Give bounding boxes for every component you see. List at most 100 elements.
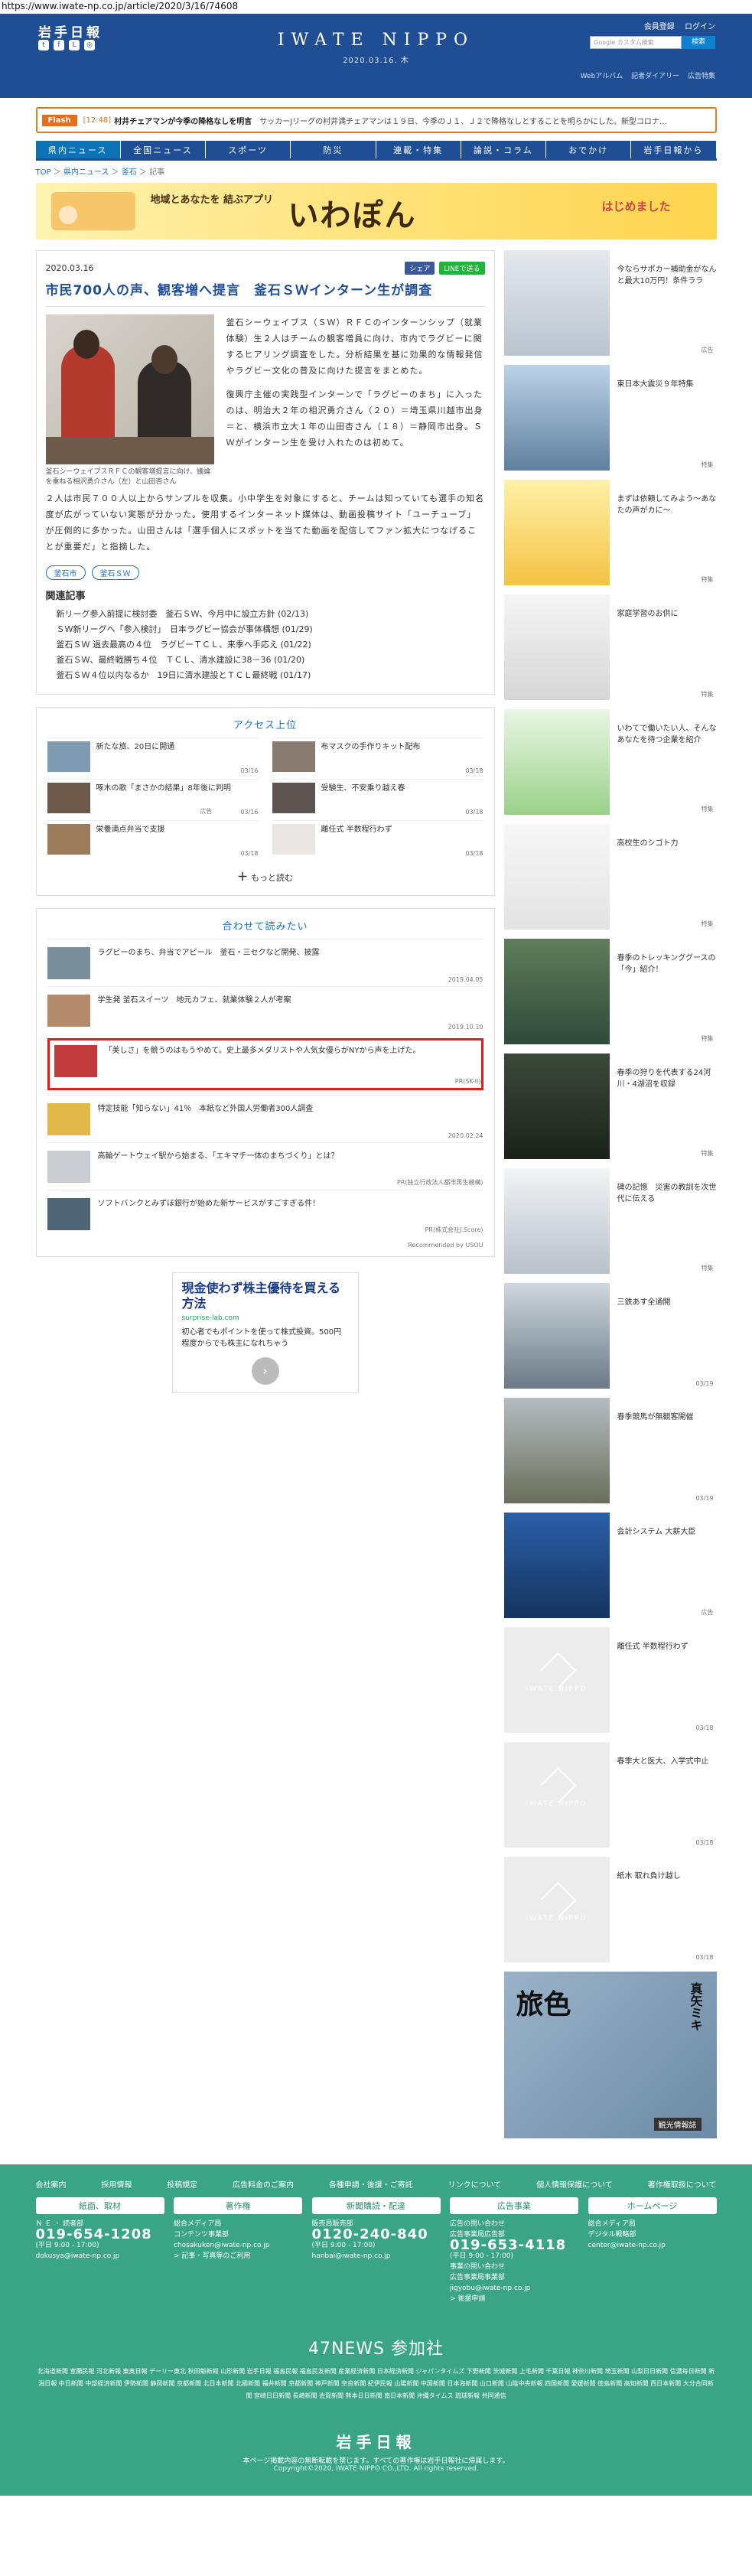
- footer-link[interactable]: 著作権取扱について: [648, 2178, 717, 2190]
- recommend-item[interactable]: ラグビーのまち、弁当でアピール 釜石・三セクなど開発、披露 2019.04.05: [47, 939, 483, 986]
- footer-logo[interactable]: 岩手日報: [0, 2430, 752, 2452]
- access-item[interactable]: 離任式 半数程行わず 03/18: [272, 820, 483, 861]
- phone-number[interactable]: 019-653-4118: [450, 2239, 578, 2252]
- breadcrumb-top[interactable]: TOP: [36, 168, 51, 177]
- access-title: アクセス上位: [233, 720, 298, 731]
- nav-national-news[interactable]: 全国ニュース: [120, 141, 206, 158]
- footer-link[interactable]: リンクについて: [448, 2178, 502, 2190]
- sidebar-item[interactable]: いわてで働いたい人、そんなあなたを待つ企業を紹介 特集: [503, 709, 717, 816]
- mail-link[interactable]: dokusya@iwate-np.co.jp: [36, 2251, 164, 2262]
- sidebar-item[interactable]: 会計システム 大薪大臣 広告: [503, 1513, 717, 1620]
- nav-opinion[interactable]: 論説・コラム: [461, 141, 546, 158]
- ad-arrow-button[interactable]: ›: [251, 1357, 279, 1385]
- recommend-credit[interactable]: Recommended by USOU: [47, 1242, 483, 1249]
- sidebar: 今ならサポカー補助金がなんと最大10万円！条件ララ 広告 東日本大震災９年特集 …: [503, 250, 717, 2138]
- mail-link[interactable]: center@iwate-np.co.jp: [588, 2240, 717, 2251]
- ad-box[interactable]: 現金使わず株主優待を買える方法 surprise-lab.com 初心者でもポイ…: [171, 1272, 359, 1393]
- tag-kamaishi-sw[interactable]: 釜石ＳＷ: [91, 565, 139, 580]
- mail-link[interactable]: hanbai@iwate-np.co.jp: [312, 2251, 441, 2262]
- footer-col-head: 新聞購読・配達: [311, 2197, 441, 2214]
- nav-outing[interactable]: おでかけ: [546, 141, 632, 158]
- access-thumb: [272, 741, 315, 772]
- sidebar-item[interactable]: 高校生のシゴト力 特集: [503, 824, 717, 931]
- diary-link[interactable]: 記者ダイアリー: [631, 73, 679, 80]
- recommend-item[interactable]: 特定技能「知らない」41％ 本紙など外国人労働者300人調査 2020.02.2…: [47, 1095, 483, 1142]
- footer-col-head: ホームページ: [588, 2197, 717, 2214]
- web-album-link[interactable]: Webアルバム: [581, 73, 623, 80]
- sidebar-tag: 特集: [701, 806, 714, 813]
- nav-disaster[interactable]: 防災: [291, 141, 376, 158]
- nav-sports[interactable]: スポーツ: [206, 141, 291, 158]
- site-header: 岩手日報 t f L ◎ IWATE NIPPO 2020.03.16. 木 会…: [0, 14, 752, 98]
- access-item[interactable]: 布マスクの手作りキット配布 03/18: [272, 738, 483, 779]
- access-item[interactable]: 受験生、不安乗り越え春 03/18: [272, 779, 483, 820]
- sidebar-item[interactable]: 春季競馬が無観客開催 03/19: [503, 1398, 717, 1505]
- breadcrumb-article: 記事: [149, 168, 165, 177]
- phone-number[interactable]: 019-654-1208: [36, 2228, 164, 2242]
- sidebar-tag: 03/18: [695, 1839, 714, 1846]
- nav-from-nippo[interactable]: 岩手日報から: [631, 141, 717, 158]
- sidebar-item[interactable]: IWATE NIPPO 春季大と医大、入学式中止 03/18: [503, 1742, 717, 1849]
- related-item[interactable]: ＳＷ新リーグへ「参入検討」 日本ラグビー協会が事体構想 (01/29): [57, 622, 485, 637]
- related-item[interactable]: 釜石ＳＷ 過去最高の４位 ラグビーＴＣＬ、来季へ手応え (01/22): [57, 637, 485, 653]
- footer-link[interactable]: 各種申請・後援・ご寄託: [329, 2178, 413, 2190]
- login-link[interactable]: ログイン: [685, 23, 715, 31]
- search-input[interactable]: Google カスタム検索: [590, 36, 682, 49]
- banner-illustration: [50, 192, 135, 230]
- footer-link[interactable]: 広告料金のご案内: [233, 2178, 294, 2190]
- nav-series[interactable]: 連載・特集: [376, 141, 461, 158]
- sidebar-item[interactable]: 碑の記憶 災害の教訓を次世代に伝える 特集: [503, 1168, 717, 1275]
- sidebar-item[interactable]: 春季の狩りを代表する24河川・4湖沼を収録 特集: [503, 1054, 717, 1161]
- tabiiro-banner[interactable]: 旅色 真矢ミキ 観光情報誌: [503, 1972, 717, 2138]
- url-bar[interactable]: https://www.iwate-np.co.jp/article/2020/…: [0, 0, 752, 14]
- access-thumb: [47, 783, 90, 813]
- footer-link[interactable]: 会社案内: [36, 2178, 67, 2190]
- facebook-share-button[interactable]: シェア: [405, 262, 435, 275]
- ad-feature-link[interactable]: 広告特集: [688, 73, 715, 80]
- sidebar-item[interactable]: 今ならサポカー補助金がなんと最大10万円！条件ララ 広告: [503, 250, 717, 357]
- recommend-item[interactable]: ソフトバンクとみずほ銀行が始めた新サービスがすごすぎる件！ PR(株式会社J.S…: [47, 1190, 483, 1237]
- tag-kamaishi-city[interactable]: 釜石市: [45, 565, 86, 580]
- recommend-text: ラグビーのまち、弁当でアピール 釜石・三セクなど開発、披露: [97, 949, 320, 957]
- footer-link[interactable]: 投稿規定: [167, 2178, 197, 2190]
- recommend-item[interactable]: 高輪ゲートウェイ駅から始まる、「エキマチ一体のまちづくり」とは？ PR(独立行政…: [47, 1142, 483, 1190]
- sidebar-text: 春季大と医大、入学式中止: [617, 1757, 709, 1766]
- related-item[interactable]: 釜石ＳＷ、最終戦勝ち４位 ＴＣＬ、清水建設に38－36 (01/20): [57, 653, 485, 668]
- mail-link[interactable]: chosakuken@iwate-np.co.jp > 記事・写真等のご利用: [174, 2240, 302, 2262]
- access-item[interactable]: 栄養満点弁当で支援 03/18: [47, 820, 259, 861]
- sidebar-item[interactable]: IWATE NIPPO 離任式 半数程行わず 03/18: [503, 1627, 717, 1734]
- news47-list[interactable]: 北海道新聞 室蘭民報 河北新報 東奥日報 デーリー東北 秋田魁新報 山形新聞 岩…: [36, 2366, 717, 2402]
- tabiiro-label: 観光情報誌: [653, 2118, 702, 2131]
- phone-number[interactable]: 0120-240-840: [312, 2228, 441, 2242]
- app-banner[interactable]: 地域とあなたを 結ぶアプリ いわぽん はじめました: [35, 183, 717, 239]
- access-item[interactable]: 新たな旅、20日に開通 03/16: [47, 738, 259, 779]
- nav-local-news[interactable]: 県内ニュース: [35, 141, 121, 158]
- recommend-text: 特定技能「知らない」41％ 本紙など外国人労働者300人調査: [97, 1105, 314, 1113]
- sidebar-item[interactable]: IWATE NIPPO 紙木 取れ負け越し 03/18: [503, 1857, 717, 1964]
- line-share-button[interactable]: LINEで送る: [439, 262, 485, 275]
- more-button[interactable]: ＋もっと読む: [47, 869, 483, 884]
- sidebar-item[interactable]: 三鉄あす全通開 03/19: [503, 1283, 717, 1390]
- related-item[interactable]: 釜石ＳＷ４位以内なるか 19日に清水建設とＴＣＬ最終戦 (01/17): [57, 668, 485, 683]
- sidebar-item[interactable]: 家庭学習のお供に 特集: [503, 594, 717, 702]
- breadcrumb-local[interactable]: 県内ニュース: [63, 168, 109, 177]
- flash-news[interactable]: Flash [12:48] 村井チェアマンが今季の降格なしを明言 サッカーJリー…: [35, 107, 717, 133]
- access-item[interactable]: 啄木の歌「まさかの結果」8年後に判明 広告 03/16: [47, 779, 259, 820]
- sidebar-item[interactable]: まずは依頼してみよう～あなたの声がカに～ 特集: [503, 480, 717, 587]
- search-button[interactable]: 検索: [682, 36, 715, 49]
- ad-title[interactable]: 現金使わず株主優待を買える方法: [182, 1281, 349, 1311]
- related-item[interactable]: 新リーグ参入前提に検討委 釜石ＳＷ、今月中に設立方針 (02/13): [57, 607, 485, 622]
- article-photo[interactable]: [45, 314, 214, 464]
- sidebar-thumb: [503, 480, 610, 585]
- mail-link[interactable]: 事業の問い合わせ 広告事業局事業部 jigyobu@iwate-np.co.jp…: [450, 2262, 578, 2304]
- breadcrumb-kamaishi[interactable]: 釜石: [122, 168, 137, 177]
- sidebar-item[interactable]: 春季のトレッキンググースの「今」紹介！ 特集: [503, 939, 717, 1046]
- footer-link[interactable]: 個人情報保護について: [536, 2178, 613, 2190]
- banner-subtitle: 地域とあなたを 結ぶアプリ: [150, 194, 274, 206]
- register-link[interactable]: 会員登録: [644, 23, 675, 31]
- flash-title[interactable]: 村井チェアマンが今季の降格なしを明言: [114, 115, 252, 126]
- recommend-item-highlighted[interactable]: 「美しさ」を競うのはもうやめて。史上最多メダリストや人気女優らがNYから声を上げ…: [47, 1038, 483, 1090]
- footer-link[interactable]: 採用情報: [101, 2178, 132, 2190]
- sidebar-item[interactable]: 東日本大震災９年特集 特集: [503, 365, 717, 472]
- recommend-item[interactable]: 学生発 釜石スイーツ 地元カフェ、就業体験２人が考案 2019.10.10: [47, 986, 483, 1034]
